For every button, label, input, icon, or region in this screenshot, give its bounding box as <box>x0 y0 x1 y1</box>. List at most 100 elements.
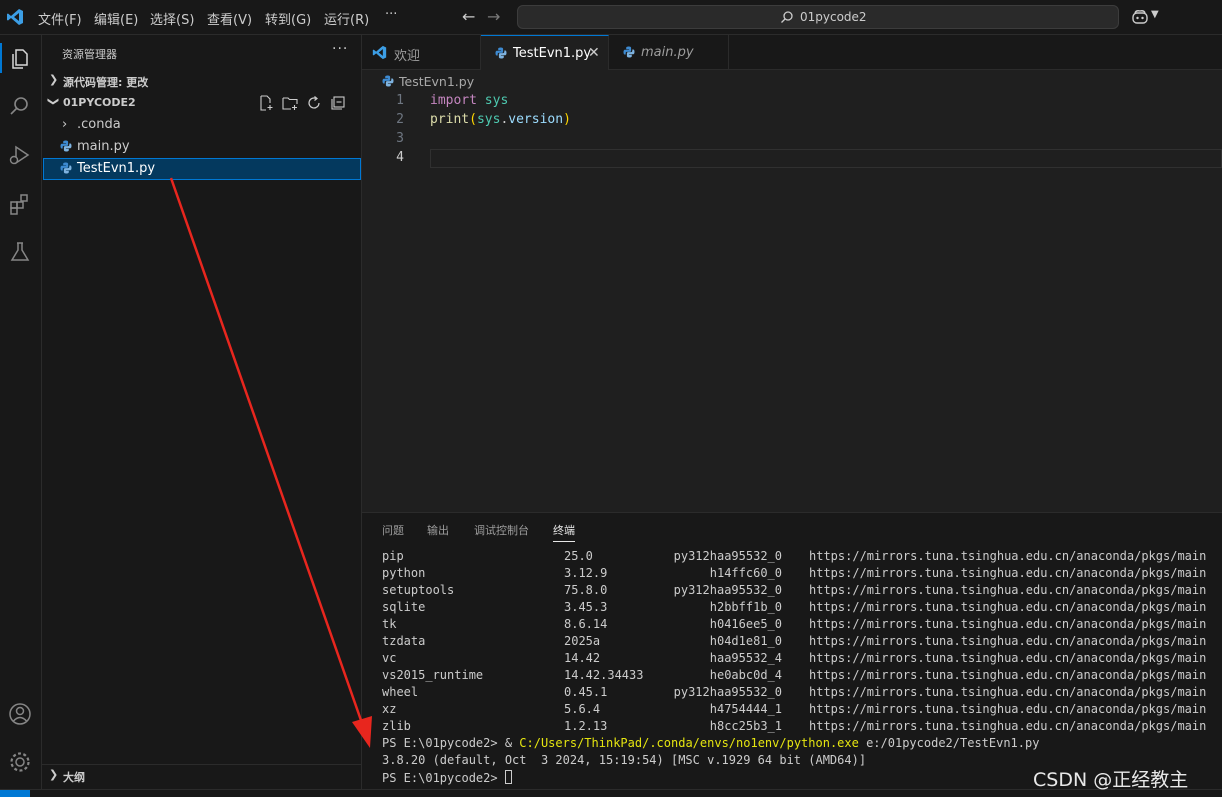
menu-run[interactable]: 运行(R) <box>324 9 369 28</box>
copilot-icon[interactable] <box>1131 9 1149 25</box>
package-name: xz <box>382 702 397 716</box>
line-number: 4 <box>396 150 404 165</box>
search-icon[interactable] <box>7 94 33 120</box>
tab-testevn1-py[interactable]: TestEvn1.py ✕ <box>481 35 609 70</box>
chevron-right-icon: › <box>62 117 68 132</box>
package-version: 8.6.14 <box>564 617 608 631</box>
paren-token: ( <box>469 112 477 127</box>
sidebar-more-button[interactable]: ··· <box>332 41 348 57</box>
package-build: py312haa95532_0 <box>673 549 782 563</box>
package-channel: https://mirrors.tuna.tsinghua.edu.cn/ana… <box>809 583 1207 597</box>
prompt-text: PS E:\01pycode2> <box>382 736 505 750</box>
code-text: import sys <box>430 93 508 108</box>
menu-view[interactable]: 查看(V) <box>207 9 252 28</box>
extensions-icon[interactable] <box>7 191 33 217</box>
gear-icon[interactable] <box>7 749 33 775</box>
explorer-sidebar: 资源管理器 ··· ❯ 源代码管理: 更改 ❯ 01PYCODE2 › .con… <box>42 35 362 789</box>
command-center-text: 01pycode2 <box>800 10 867 24</box>
breadcrumb: TestEvn1.py <box>362 70 1222 92</box>
package-name: tzdata <box>382 634 426 648</box>
python-icon <box>60 162 72 174</box>
outline-label: 大纲 <box>63 771 85 784</box>
package-version: 5.6.4 <box>564 702 601 716</box>
tree-item-conda[interactable]: › .conda <box>42 114 361 136</box>
panel-tab-problems[interactable]: 问题 <box>382 522 404 538</box>
menu-selection[interactable]: 选择(S) <box>150 9 194 28</box>
package-channel: https://mirrors.tuna.tsinghua.edu.cn/ana… <box>809 634 1207 648</box>
package-name: setuptools <box>382 583 455 597</box>
forward-arrow-icon[interactable]: → <box>487 7 500 26</box>
package-channel: https://mirrors.tuna.tsinghua.edu.cn/ana… <box>809 685 1207 699</box>
refresh-icon[interactable] <box>306 95 322 111</box>
package-build: py312haa95532_0 <box>673 583 782 597</box>
terminal-cursor <box>504 770 512 784</box>
vscode-logo-icon <box>372 45 387 60</box>
code-line: 3 <box>362 130 1222 149</box>
run-debug-icon[interactable] <box>7 142 33 168</box>
panel-tab-debug-console[interactable]: 调试控制台 <box>474 522 529 538</box>
code-line: 2 print(sys.version) <box>362 111 1222 130</box>
menu-more-button[interactable]: ··· <box>385 7 397 22</box>
source-control-section[interactable]: ❯ 源代码管理: 更改 <box>42 70 361 92</box>
chevron-down-icon: ❯ <box>47 96 61 107</box>
package-row: setuptools 75.8.0 py312haa95532_0 https://m… <box>382 583 1222 600</box>
workspace-folder-label: 01PYCODE2 <box>63 96 136 109</box>
outline-section[interactable]: ❯ 大纲 <box>42 764 361 786</box>
editor-tab-bar: 欢迎 TestEvn1.py ✕ main.py <box>362 35 1222 70</box>
package-version: 2025a <box>564 634 601 648</box>
active-indicator <box>0 43 2 73</box>
remote-indicator[interactable] <box>0 790 30 797</box>
files-icon[interactable] <box>7 46 33 72</box>
menu-go[interactable]: 转到(G) <box>265 9 311 28</box>
package-channel: https://mirrors.tuna.tsinghua.edu.cn/ana… <box>809 566 1207 580</box>
command-center-search[interactable]: 01pycode2 <box>517 5 1119 29</box>
line-number: 3 <box>396 131 404 146</box>
testing-flask-icon[interactable] <box>7 239 33 265</box>
title-bar: 文件(F) 编辑(E) 选择(S) 查看(V) 转到(G) 运行(R) ··· … <box>0 0 1222 35</box>
module-token: sys <box>484 93 509 108</box>
script-argument: e:/01pycode2/TestEvn1.py <box>858 736 1040 750</box>
package-channel: https://mirrors.tuna.tsinghua.edu.cn/ana… <box>809 600 1207 614</box>
code-text: print(sys.version) <box>430 112 571 127</box>
chevron-down-icon[interactable]: ▼ <box>1151 9 1159 20</box>
chevron-right-icon: ❯ <box>49 73 59 86</box>
vscode-logo-icon[interactable] <box>6 8 24 26</box>
package-build: haa95532_4 <box>709 651 782 665</box>
code-line: 1 import sys <box>362 92 1222 111</box>
package-version: 14.42 <box>564 651 601 665</box>
menu-file[interactable]: 文件(F) <box>38 9 82 28</box>
tree-item-main-py[interactable]: main.py <box>42 136 361 158</box>
python-exe-path: C:/Users/ThinkPad/.conda/envs/no1env/pyt… <box>519 736 859 750</box>
package-row: python 3.12.9 h14ffc60_0 https://mirrors.tu… <box>382 566 1222 583</box>
package-version: 75.8.0 <box>564 583 608 597</box>
collapse-all-icon[interactable] <box>330 95 346 111</box>
package-version: 3.12.9 <box>564 566 608 580</box>
new-folder-icon[interactable] <box>282 95 298 111</box>
new-file-icon[interactable] <box>258 95 274 111</box>
code-editor[interactable]: 1 import sys 2 print(sys.version) 3 4 <box>362 92 1222 512</box>
package-row: xz 5.6.4 h4754444_1 https://mirrors.tuna.ts… <box>382 702 1222 719</box>
package-name: vc <box>382 651 397 665</box>
package-name: tk <box>382 617 397 631</box>
terminal-command-line: PS E:\01pycode2> & C:/Users/ThinkPad/.co… <box>382 736 1222 753</box>
package-channel: https://mirrors.tuna.tsinghua.edu.cn/ana… <box>809 668 1207 682</box>
tab-label: TestEvn1.py <box>513 46 592 61</box>
tab-main-py[interactable]: main.py <box>609 35 729 70</box>
panel-tab-output[interactable]: 输出 <box>427 522 449 538</box>
breadcrumb-file[interactable]: TestEvn1.py <box>399 74 474 89</box>
keyword-token: import <box>430 93 477 108</box>
close-icon[interactable]: ✕ <box>588 45 600 61</box>
line-number: 1 <box>396 93 404 108</box>
panel-tab-terminal[interactable]: 终端 <box>553 522 575 542</box>
account-icon[interactable] <box>7 701 33 727</box>
back-arrow-icon[interactable]: ← <box>462 7 475 26</box>
package-version: 1.2.13 <box>564 719 608 733</box>
package-name: pip <box>382 549 404 563</box>
menu-edit[interactable]: 编辑(E) <box>94 9 138 28</box>
workspace-folder-header[interactable]: ❯ 01PYCODE2 <box>42 92 361 114</box>
tab-welcome[interactable]: 欢迎 <box>362 35 481 70</box>
tree-item-testevn1-py[interactable]: TestEvn1.py <box>43 158 361 180</box>
tree-item-label: main.py <box>77 139 130 154</box>
package-channel: https://mirrors.tuna.tsinghua.edu.cn/ana… <box>809 702 1207 716</box>
module-token: sys <box>476 112 501 127</box>
